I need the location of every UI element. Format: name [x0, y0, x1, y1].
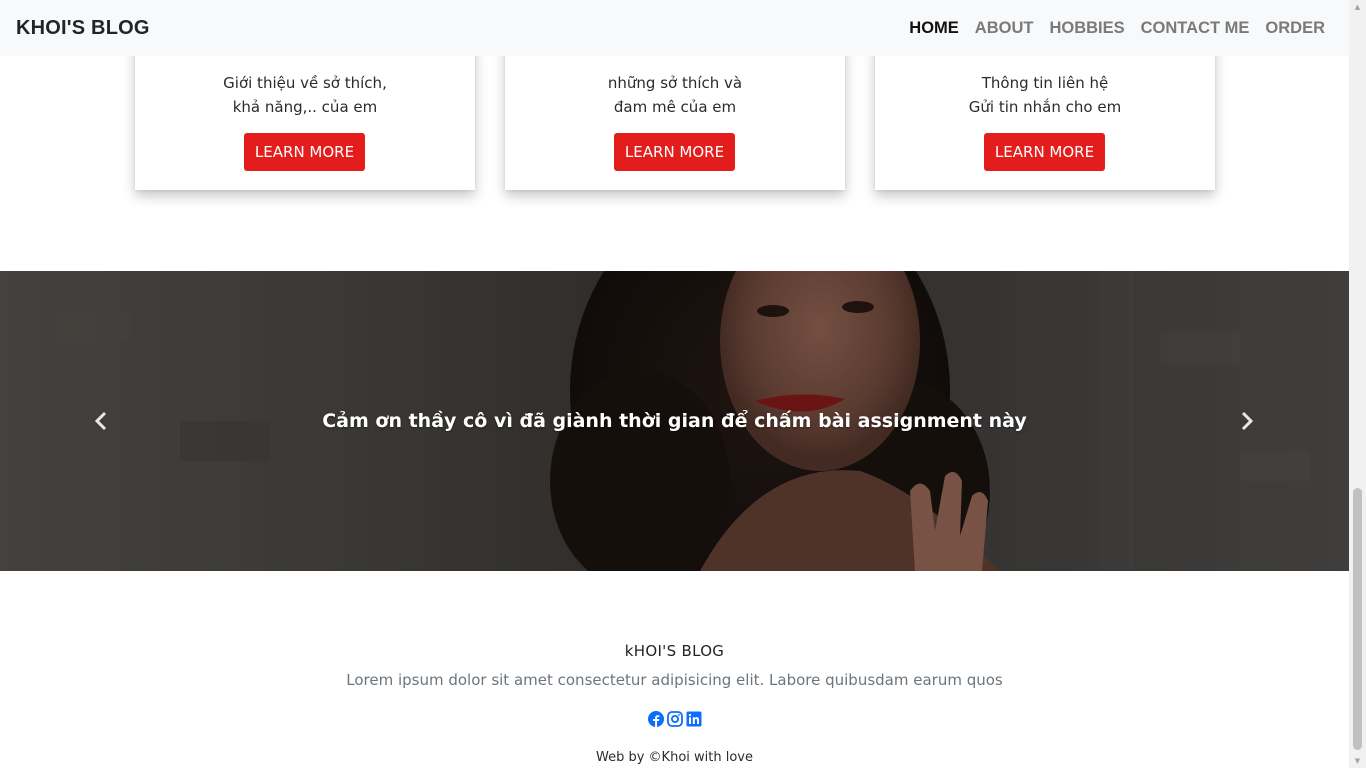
card-line: những sở thích và	[607, 74, 743, 92]
card-hobbies: những sở thích và đam mê của em LEARN MO…	[505, 40, 845, 190]
card-about: Giới thiệu về sở thích, khả năng,.. của …	[135, 40, 475, 190]
learn-more-button[interactable]: LEARN MORE	[614, 133, 735, 171]
carousel: Cảm ơn thầy cô vì đã giành thời gian để …	[0, 271, 1349, 571]
carousel-caption-text: Cảm ơn thầy cô vì đã giành thời gian để …	[322, 410, 1027, 432]
footer-title: kHOI'S BLOG	[624, 642, 725, 660]
card-line: Thông tin liên hệ	[981, 74, 1109, 92]
nav-links: HOME ABOUT HOBBIES CONTACT ME ORDER	[901, 19, 1333, 38]
scrollbar[interactable]: ▲ ▼	[1349, 0, 1366, 768]
instagram-icon[interactable]	[666, 711, 683, 727]
nav-link-home[interactable]: HOME	[901, 19, 967, 38]
brand-logo[interactable]: KHOI'S BLOG	[16, 17, 150, 40]
card-text: Giới thiệu về sở thích, khả năng,.. của …	[135, 71, 475, 119]
card-line: Giới thiệu về sở thích,	[223, 74, 387, 92]
card-line: khả năng,.. của em	[232, 98, 378, 116]
card-text: những sở thích và đam mê của em	[505, 71, 845, 119]
navbar: KHOI'S BLOG HOME ABOUT HOBBIES CONTACT M…	[0, 0, 1349, 56]
footer-credit: Web by ©Khoi with love	[596, 750, 753, 765]
nav-link-contact-me[interactable]: CONTACT ME	[1133, 19, 1258, 38]
card-text: Thông tin liên hệ Gửi tin nhắn cho em	[875, 71, 1215, 119]
nav-link-order[interactable]: ORDER	[1257, 19, 1333, 38]
facebook-icon[interactable]	[647, 711, 664, 727]
carousel-next-button[interactable]	[1232, 406, 1262, 436]
linkedin-icon[interactable]	[686, 711, 702, 727]
scroll-thumb[interactable]	[1353, 488, 1362, 750]
carousel-caption: Cảm ơn thầy cô vì đã giành thời gian để …	[0, 271, 1349, 571]
card-contact: Thông tin liên hệ Gửi tin nhắn cho em LE…	[875, 40, 1215, 190]
scroll-up-arrow[interactable]: ▲	[1353, 3, 1362, 11]
social-links	[0, 711, 1349, 727]
nav-link-about[interactable]: ABOUT	[967, 19, 1042, 38]
card-line: đam mê của em	[613, 98, 737, 116]
chevron-right-icon	[1241, 411, 1254, 431]
card-line: Gửi tin nhắn cho em	[968, 98, 1122, 116]
nav-link-hobbies[interactable]: HOBBIES	[1041, 19, 1132, 38]
learn-more-button[interactable]: LEARN MORE	[244, 133, 365, 171]
learn-more-button[interactable]: LEARN MORE	[984, 133, 1105, 171]
scroll-down-arrow[interactable]: ▼	[1353, 757, 1362, 765]
footer-description: Lorem ipsum dolor sit amet consectetur a…	[346, 671, 1003, 689]
